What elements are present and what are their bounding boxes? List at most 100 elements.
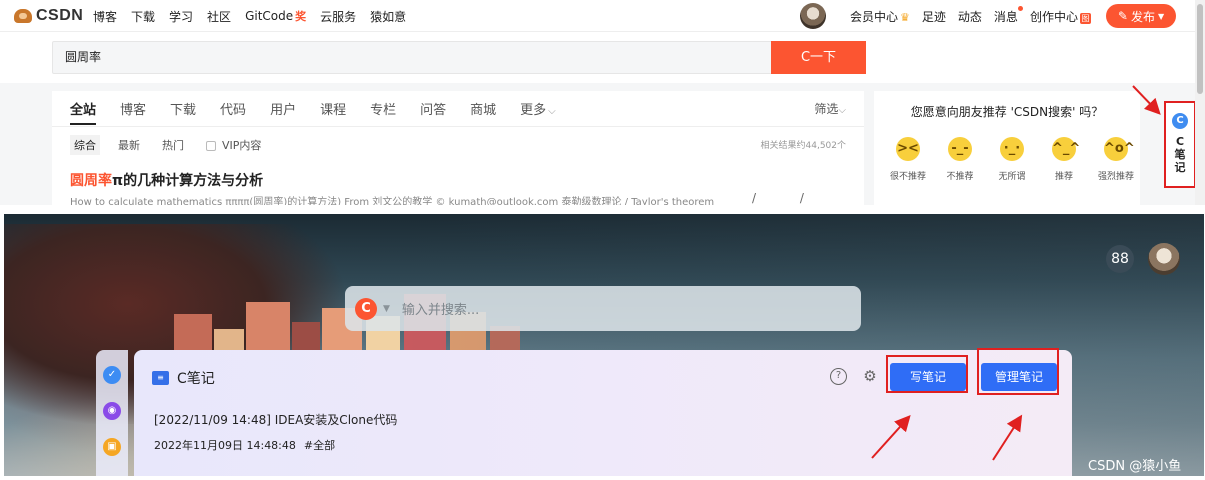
csdn-c-logo-icon[interactable]: C: [355, 297, 377, 320]
tab-user[interactable]: 用户: [270, 99, 296, 125]
tool-dock-icon[interactable]: ▣: [103, 438, 121, 456]
search-row: 圆周率 C一下: [0, 33, 1195, 83]
logo-text: CSDN: [36, 7, 84, 24]
c-note-side-label: C笔记: [1174, 135, 1186, 174]
chevron-down-icon[interactable]: ▼: [383, 304, 390, 314]
tab-column[interactable]: 专栏: [370, 99, 396, 125]
c-note-icon: C: [1172, 113, 1188, 129]
smile-face-icon: ^_^: [1052, 137, 1080, 161]
nav-blog[interactable]: 博客: [93, 8, 117, 25]
vip-checkbox[interactable]: [206, 141, 216, 151]
tab-download[interactable]: 下载: [170, 99, 196, 125]
result-title-rest: π的几种计算方法与分析: [112, 173, 264, 189]
result-title-link[interactable]: 圆周率π的几种计算方法与分析: [70, 170, 263, 190]
note-title-row: ≡ C笔记: [152, 368, 215, 388]
publish-label: 发布: [1130, 9, 1155, 24]
neutral-face-icon: ·_·: [1000, 137, 1024, 161]
subtab-latest[interactable]: 最新: [114, 135, 144, 155]
search-button[interactable]: C一下: [771, 41, 866, 74]
note-entry-link[interactable]: [2022/11/09 14:48] IDEA安装及Clone代码: [154, 411, 397, 428]
planet-dock-icon[interactable]: ◉: [103, 402, 121, 420]
c-note-card: ≡ C笔记 ? ⚙ 写笔记 管理笔记 [2022/11/09 14:48] ID…: [134, 348, 1072, 476]
vip-filter[interactable]: VIP内容: [202, 135, 265, 155]
nav-learn[interactable]: 学习: [169, 8, 193, 25]
mascot-icon: [14, 9, 32, 23]
grin-face-icon: ^o^: [1104, 137, 1135, 161]
sub-tabs: 综合 最新 热门 VIP内容: [70, 135, 279, 155]
nav-right: 会员中心 ♛ 足迹 动态 消息 创作中心图: [800, 2, 1103, 30]
option-indifferent[interactable]: ·_· 无所谓: [996, 137, 1028, 182]
nav-gitcode[interactable]: GitCode 奖: [245, 8, 306, 25]
tab-divider: [52, 126, 864, 127]
option-label: 不推荐: [946, 172, 974, 182]
option-strongly-not-recommend[interactable]: >< 很不推荐: [890, 137, 926, 182]
nav-cloud[interactable]: 云服务: [320, 8, 356, 25]
pen-icon: ✎: [1117, 9, 1128, 23]
result-description: How to calculate mathematics ππππ(圆周率)的计…: [70, 197, 715, 205]
highlight-box: [977, 348, 1059, 395]
c-note-dock-icon[interactable]: ✓: [103, 366, 121, 384]
watermark: CSDN @猿小鱼: [1088, 459, 1182, 474]
subtab-hot[interactable]: 热门: [158, 135, 188, 155]
filter-label: 筛选: [814, 102, 839, 116]
recommend-survey: 您愿意向朋友推荐 'CSDN搜索' 吗？ >< 很不推荐 -_- 不推荐 ·_· 无所…: [874, 91, 1140, 205]
creator-badge: 图: [1079, 12, 1091, 24]
filter-button[interactable]: 筛选⌵: [814, 100, 846, 117]
search-input[interactable]: 圆周率: [52, 41, 772, 74]
note-date: 2022年11月09日 14:48:48: [154, 439, 296, 452]
results-card: 全站 博客 下载 代码 用户 课程 专栏 问答 商城 更多 ⌵ 筛选⌵ 综合 最新…: [52, 91, 864, 205]
option-not-recommend[interactable]: -_- 不推荐: [944, 137, 976, 182]
csdn-search-page: CSDN 博客 下载 学习 社区 GitCode 奖 云服务 猿如意 会员中心 ♛ …: [0, 0, 1205, 205]
nav-links: 博客 下载 学习 社区 GitCode 奖 云服务 猿如意: [93, 8, 420, 25]
help-icon[interactable]: ?: [830, 368, 847, 385]
option-label: 无所谓: [998, 172, 1026, 182]
tab-blog[interactable]: 博客: [120, 99, 146, 125]
subtab-general[interactable]: 综合: [70, 135, 100, 155]
tab-all[interactable]: 全站: [70, 99, 97, 125]
csdn-logo[interactable]: CSDN: [14, 7, 83, 25]
tab-more[interactable]: 更多 ⌵: [520, 99, 556, 125]
gitcode-badge: 奖: [295, 10, 307, 23]
scrollbar-thumb[interactable]: [1197, 4, 1203, 94]
publish-button[interactable]: ✎ 发布 ▼: [1106, 4, 1176, 28]
unhappy-face-icon: -_-: [948, 137, 972, 161]
apps-grid-icon[interactable]: 88: [1106, 245, 1134, 273]
messages-link[interactable]: 消息: [994, 5, 1023, 25]
chevron-down-icon: ⌵: [838, 105, 846, 116]
user-avatar[interactable]: [1148, 243, 1180, 275]
crown-icon: ♛: [900, 10, 910, 24]
chevron-down-icon: ⌵: [548, 106, 556, 117]
tab-course[interactable]: 课程: [320, 99, 346, 125]
option-label: 强烈推荐: [1098, 172, 1135, 182]
gear-icon[interactable]: ⚙: [861, 367, 879, 385]
results-area: 全站 博客 下载 代码 用户 课程 专栏 问答 商城 更多 ⌵ 筛选⌵ 综合 最新…: [0, 83, 1195, 205]
option-recommend[interactable]: ^_^ 推荐: [1048, 137, 1080, 182]
tab-qa[interactable]: 问答: [420, 99, 446, 125]
creator-center-link[interactable]: 创作中心图: [1030, 8, 1091, 25]
user-avatar[interactable]: [800, 3, 826, 29]
result-title-highlight: 圆周率: [70, 173, 112, 189]
vip-label: VIP内容: [222, 139, 262, 152]
tab-code[interactable]: 代码: [220, 99, 246, 125]
nav-yuanruyi[interactable]: 猿如意: [370, 8, 406, 25]
result-thumbnail[interactable]: / / \: [752, 191, 864, 205]
unread-dot-icon: [1017, 5, 1023, 11]
tab-more-label: 更多: [520, 103, 547, 118]
tab-mall[interactable]: 商城: [470, 99, 496, 125]
note-tag[interactable]: #全部: [304, 439, 335, 452]
c-note-side-button[interactable]: C C笔记: [1164, 101, 1196, 188]
search-placeholder: 输入并搜索...: [401, 303, 480, 318]
survey-options: >< 很不推荐 -_- 不推荐 ·_· 无所谓 ^_^ 推荐 ^o^ 强烈推荐: [890, 137, 1135, 182]
nav-download[interactable]: 下载: [131, 8, 155, 25]
dynamic-link[interactable]: 动态: [958, 8, 982, 25]
creator-center-label: 创作中心: [1029, 9, 1078, 24]
id-card-icon: ≡: [152, 371, 169, 385]
footprint-link[interactable]: 足迹: [922, 8, 946, 25]
member-center-link[interactable]: 会员中心 ♛: [850, 8, 910, 25]
nav-gitcode-label: GitCode: [245, 9, 294, 23]
search-input[interactable]: C ▼ 输入并搜索...: [345, 286, 861, 331]
option-strongly-recommend[interactable]: ^o^ 强烈推荐: [1098, 137, 1135, 182]
nav-community[interactable]: 社区: [207, 8, 231, 25]
scrollbar[interactable]: [1195, 0, 1205, 205]
survey-question: 您愿意向朋友推荐 'CSDN搜索' 吗？: [910, 105, 1104, 119]
